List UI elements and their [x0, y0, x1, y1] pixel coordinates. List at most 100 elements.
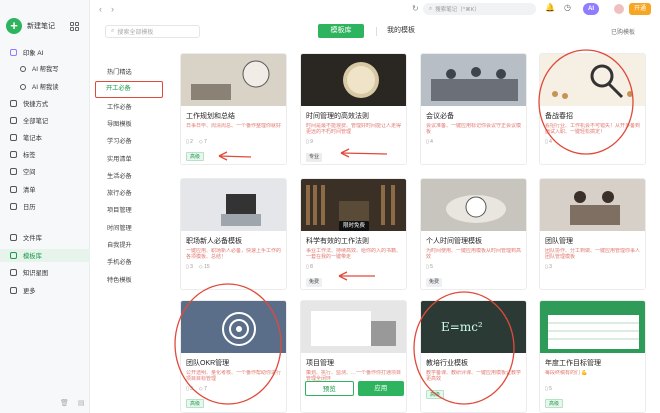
sidebar-item[interactable]: 更多 [0, 284, 90, 297]
preview-button[interactable]: 预览 [305, 381, 354, 396]
template-card-stats: ▯ 3 ◇ 7 [186, 386, 281, 392]
category-item[interactable]: 热门精选 [97, 66, 159, 80]
template-card[interactable]: 项目管理 预览 应用 策划、执行、监测、…一个番作你打通项目管理全闭环 [300, 300, 407, 413]
sidebar-item-label: 空间 [23, 169, 36, 176]
sidebar-item-icon [10, 287, 17, 294]
template-card[interactable]: E=mc² 教培行业模板 教学备课、教研评课、一键应用模板让教学更高效 高级 [420, 300, 527, 413]
apply-button[interactable]: 应用 [357, 381, 404, 396]
sidebar-item[interactable]: 空间 [0, 165, 90, 178]
sidebar-item-icon [10, 203, 17, 210]
back-arrow-icon[interactable]: ‹ [99, 4, 102, 14]
note-search-input[interactable]: ⌕ 搜索笔记（^⌘K） [423, 3, 536, 15]
refresh-icon[interactable]: ↻ [412, 4, 419, 13]
search-icon: ⌕ [429, 5, 433, 12]
vip-button[interactable]: 开通 [629, 3, 652, 15]
sidebar-item-icon [20, 65, 26, 72]
template-card[interactable]: 限时免费 科学有效的工作法则 事业工作法、持续高效、给你的入的书籍、一套在我的一键带… [300, 178, 407, 290]
template-card[interactable]: 团队OKR管理 公开透明、量化考核、一个番作帮助你进行项目目标管理 ▯ 3 ◇ 7 高级 [180, 300, 287, 413]
template-search-input[interactable]: ⌕ 搜索全部模板 [105, 25, 200, 38]
sidebar: + 新建笔记 印象 AI AI 帮我写 AI 帮我读 快捷方式全部笔记笔记本标签空间清… [0, 0, 90, 413]
category-item[interactable]: 时间管理 [97, 222, 159, 236]
new-note-button[interactable]: + 新建笔记 [6, 18, 55, 34]
sidebar-item[interactable]: AI 帮我写 [0, 62, 90, 75]
template-card-thumbnail [540, 301, 645, 353]
forward-arrow-icon[interactable]: › [111, 4, 114, 14]
category-item[interactable]: 项目管理 [97, 204, 159, 218]
template-card-stats: ▯ 9 [306, 139, 401, 145]
sidebar-item-label: 全部笔记 [23, 118, 49, 125]
sidebar-item-icon [10, 252, 17, 259]
sidebar-item[interactable]: 印象 AI [0, 46, 90, 59]
category-item[interactable]: 工作必备 [97, 101, 159, 115]
sidebar-item-label: AI 帮我写 [32, 66, 59, 73]
tab-template-library[interactable]: 模板库 [318, 24, 364, 38]
grid-icon[interactable] [70, 22, 79, 31]
template-card[interactable]: 团队管理 团队协作、分工到做、一键应用管理你事人团队管理模板 ▯ 3 [539, 178, 646, 290]
avatar[interactable] [614, 4, 624, 14]
template-card-thumbnail [181, 54, 286, 106]
ai-button[interactable]: AI [583, 3, 599, 15]
category-item[interactable]: 生活必备 [97, 170, 159, 184]
sidebar-item[interactable]: 笔记本 [0, 131, 90, 144]
template-card[interactable]: 时间管理的高效法则 时间是最不能浪费、管理好时间能让人走得更远的不朽时间管理 ▯ 9… [300, 53, 407, 165]
sidebar-item[interactable]: 全部笔记 [0, 114, 90, 127]
category-item[interactable]: 开工必备 [95, 81, 163, 98]
category-item[interactable]: 导图模板 [97, 118, 159, 132]
sidebar-item[interactable]: 清单 [0, 183, 90, 196]
template-card[interactable]: 职场新人必备模板 一键应用、职场新人必备，快速上手工作的各项模板、总结！ ▯ 3 ◇ … [180, 178, 287, 290]
bell-icon[interactable]: 🔔 [545, 3, 555, 12]
template-stat: ◇ 7 [199, 139, 207, 145]
template-stat: ◇ 7 [199, 386, 207, 392]
template-stat: ▯ 8 [306, 264, 313, 270]
template-stat-value: 8 [310, 264, 313, 270]
category-item[interactable]: 手机必备 [97, 256, 159, 270]
sidebar-item-label: 印象 AI [23, 50, 44, 57]
tab-my-templates[interactable]: 我的模板 [387, 24, 415, 38]
category-item[interactable]: 实用清单 [97, 153, 159, 167]
template-card-thumbnail: E=mc² [421, 301, 526, 353]
sidebar-item-icon [10, 168, 17, 175]
template-card-thumbnail [301, 301, 406, 353]
template-card-description: 一键应用、职场新人必备，快速上手工作的各项模板、总结！ [186, 248, 281, 261]
template-card-title: 工作规划和总结 [186, 113, 235, 120]
sidebar-item[interactable]: 知识星图 [0, 266, 90, 279]
template-card-description: 为时间使用、一键应用模板从时间管理到高效 [426, 248, 521, 261]
sidebar-item-label: 笔记本 [23, 135, 42, 142]
template-card-title: 时间管理的高效法则 [306, 113, 369, 120]
collapse-icon[interactable]: ▤ [78, 399, 85, 407]
template-tier-badge: 高级 [426, 390, 445, 399]
template-card-stats: ▯ 2 ◇ 7 [186, 139, 281, 145]
template-card-description: 日事日毕、周清周总、一个番作整理你就好 [186, 123, 281, 129]
template-card-stats: ▯ 5 [545, 386, 640, 392]
sidebar-item-label: 知识星图 [23, 270, 49, 277]
template-card-title: 项目管理 [306, 360, 334, 367]
sidebar-item[interactable]: 日历 [0, 200, 90, 213]
template-card[interactable]: 个人时间管理模板 为时间使用、一键应用模板从时间管理到高效 ▯ 5 免费 [420, 178, 527, 290]
template-stat-value: 9 [310, 139, 313, 145]
category-item[interactable]: 自我提升 [97, 239, 159, 253]
category-item[interactable]: 学习必备 [97, 135, 159, 149]
template-card-title: 会议必备 [426, 113, 454, 120]
template-stat: ▯ 3 [186, 386, 193, 392]
sidebar-item[interactable]: AI 帮我读 [0, 80, 90, 93]
history-icon[interactable]: ◷ [564, 3, 571, 12]
trash-icon[interactable]: 🗑 [60, 399, 69, 407]
purchased-templates-link[interactable]: 已购模板 [611, 27, 635, 36]
sidebar-item-icon [10, 269, 17, 276]
template-stat-value: 4 [549, 139, 552, 145]
template-card[interactable]: 年度工作目标管理 每段终稿有的们 💪 ▯ 5 高级 [539, 300, 646, 413]
template-stat-value: 7 [204, 139, 207, 145]
template-card[interactable]: 会议必备 会议准备、一键应用标记你会议守正会议模板 ▯ 4 [420, 53, 527, 165]
limited-free-badge: 限时免费 [339, 221, 370, 231]
sidebar-item-label: 模板库 [23, 253, 42, 260]
app-window: + 新建笔记 印象 AI AI 帮我写 AI 帮我读 快捷方式全部笔记笔记本标签空间清… [0, 0, 660, 413]
template-card[interactable]: 工作规划和总结 日事日毕、周清周总、一个番作整理你就好 ▯ 2 ◇ 7 高级 [180, 53, 287, 165]
template-card[interactable]: 备战春招 看招行业、工作机会不可错失！从开多备到面试入职、一键轻松搞定！ ▯ 4 [539, 53, 646, 165]
sidebar-item[interactable]: 快捷方式 [0, 97, 90, 110]
category-item[interactable]: 旅行必备 [97, 187, 159, 201]
category-item[interactable]: 特色模板 [97, 274, 159, 288]
sidebar-item[interactable]: 模板库 [0, 249, 90, 262]
template-card-stats: ▯ 4 [426, 139, 521, 145]
sidebar-item[interactable]: 标签 [0, 148, 90, 161]
sidebar-item[interactable]: 文件库 [0, 231, 90, 244]
